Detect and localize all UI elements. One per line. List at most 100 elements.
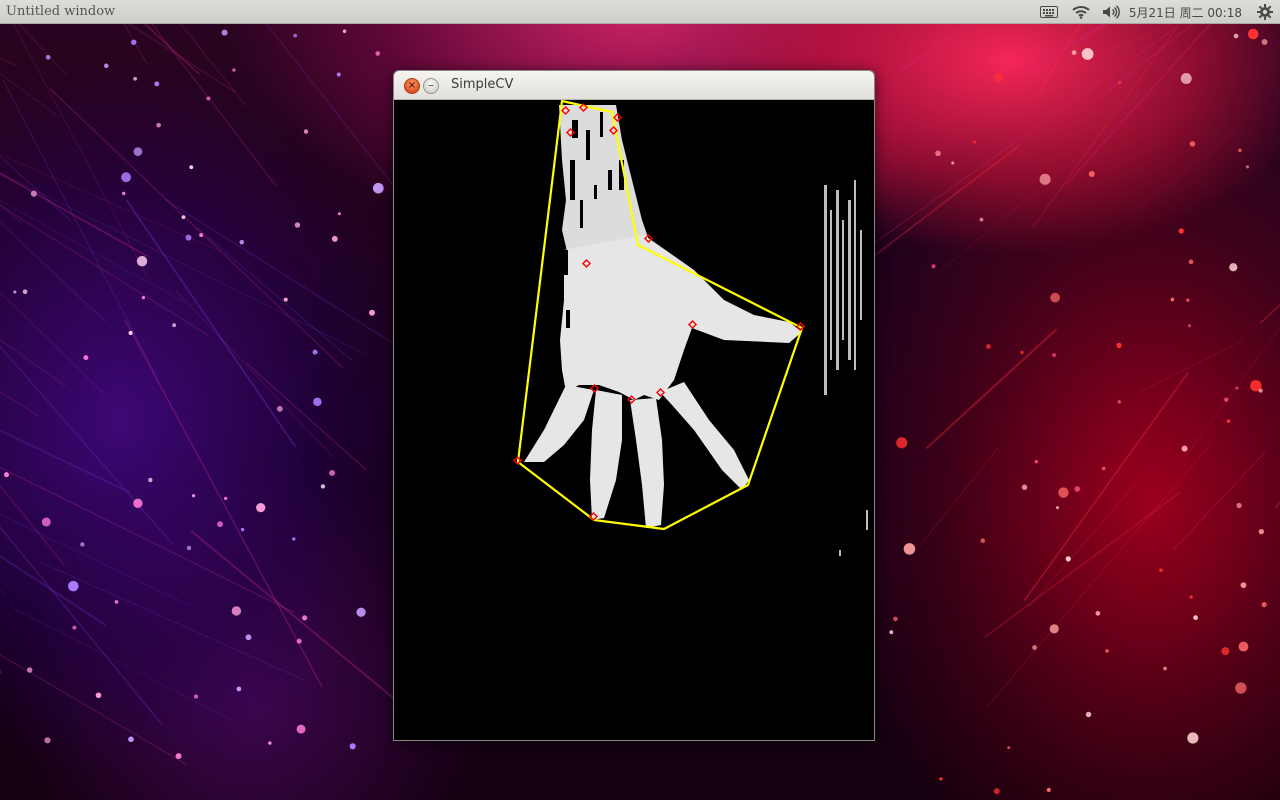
wallpaper-light — [283, 297, 288, 302]
wallpaper-light — [4, 472, 10, 478]
wallpaper-light — [136, 255, 148, 267]
wallpaper-streak — [0, 155, 71, 221]
volume-icon[interactable] — [1097, 0, 1125, 24]
close-button[interactable]: × — [404, 78, 420, 94]
wallpaper-streak — [0, 339, 67, 387]
wallpaper-light — [72, 625, 77, 630]
wallpaper-light — [1245, 165, 1250, 169]
wallpaper-light — [1170, 297, 1175, 302]
wallpaper-streak — [163, 198, 415, 358]
wallpaper-streak — [49, 87, 344, 369]
wallpaper-light — [939, 777, 943, 781]
wallpaper-light — [245, 634, 252, 641]
wallpaper-light — [1238, 641, 1249, 652]
wallpaper-streak — [0, 204, 209, 337]
wallpaper-light — [141, 295, 146, 300]
window-titlebar[interactable]: × – SimpleCV — [394, 71, 874, 100]
wallpaper-light — [1221, 647, 1230, 656]
top-panel: Untitled window 5月21日 周二 00:18 — [0, 0, 1280, 24]
wallpaper-light — [206, 96, 211, 101]
wallpaper-light — [1238, 148, 1242, 153]
wallpaper-streak — [919, 447, 999, 546]
wallpaper-light — [293, 33, 298, 38]
wallpaper-streak — [0, 554, 107, 626]
wallpaper-light — [181, 215, 186, 220]
wallpaper-light — [22, 289, 28, 295]
wallpaper-streak — [0, 654, 187, 765]
wallpaper-light — [1163, 666, 1167, 671]
wallpaper-light — [1020, 350, 1024, 355]
wallpaper-light — [1258, 388, 1263, 393]
wallpaper-light — [1085, 711, 1092, 718]
wallpaper-streak — [0, 172, 364, 354]
wallpaper-streak — [125, 199, 297, 448]
wallpaper-light — [1095, 611, 1101, 616]
wallpaper-light — [156, 122, 161, 128]
wallpaper-light — [935, 150, 941, 157]
wallpaper-light — [312, 349, 318, 355]
wallpaper-light — [186, 545, 192, 551]
wallpaper-streak — [1178, 326, 1280, 467]
wallpaper-light — [1226, 419, 1231, 423]
wallpaper-light — [356, 607, 366, 617]
wallpaper-streak — [190, 530, 407, 710]
wallpaper-light — [41, 517, 51, 527]
wallpaper-light — [276, 405, 283, 412]
clock[interactable]: 5月21日 周二 00:18 — [1125, 0, 1250, 24]
wallpaper-light — [133, 498, 143, 509]
wallpaper-streak — [39, 561, 307, 682]
wallpaper-streak — [869, 143, 1021, 260]
wallpaper-streak — [1275, 500, 1280, 509]
wallpaper-light — [303, 129, 309, 134]
wallpaper-light — [1007, 746, 1011, 750]
wallpaper-light — [342, 29, 347, 34]
wallpaper-light — [1102, 466, 1106, 471]
wallpaper-streak — [987, 442, 1212, 707]
wallpaper-light — [44, 737, 51, 744]
wallpaper-light — [223, 496, 228, 501]
wallpaper-light — [1224, 397, 1229, 402]
wallpaper-light — [979, 217, 984, 222]
gear-icon[interactable] — [1250, 0, 1280, 24]
wallpaper-light — [993, 788, 1000, 795]
image-canvas[interactable] — [394, 100, 874, 740]
wallpaper-streak — [0, 172, 149, 258]
wallpaper-light — [1258, 528, 1265, 535]
wallpaper-streak — [0, 668, 3, 674]
wallpaper-streak — [925, 328, 1058, 450]
wallpaper-light — [236, 686, 242, 692]
keyboard-icon[interactable] — [1033, 0, 1065, 24]
window-title: SimpleCV — [451, 77, 514, 92]
wallpaper-streak — [983, 491, 1181, 639]
wallpaper-light — [1159, 568, 1163, 573]
wallpaper-light — [80, 542, 85, 547]
wallpaper-light — [375, 51, 381, 56]
wallpaper-light — [221, 29, 228, 36]
wallpaper-light — [1071, 50, 1077, 55]
wallpaper-light — [1186, 298, 1190, 302]
wallpaper-light — [1236, 502, 1242, 509]
wallpaper-light — [369, 309, 375, 316]
wallpaper-light — [336, 72, 341, 77]
wallpaper-light — [95, 692, 102, 699]
wallpaper-light — [993, 72, 1003, 82]
wallpaper-streak — [1137, 338, 1246, 394]
wallpaper-light — [175, 753, 182, 760]
wallpaper-light — [331, 235, 338, 242]
wallpaper-light — [337, 212, 341, 216]
wallpaper-light — [1188, 259, 1194, 265]
wallpaper-light — [1193, 615, 1198, 620]
wallpaper-light — [128, 330, 133, 335]
wallpaper-light — [1187, 732, 1199, 744]
wallpaper-light — [1189, 141, 1196, 147]
minimize-button[interactable]: – — [423, 78, 439, 94]
wallpaper-light — [1235, 386, 1239, 390]
wallpaper-streak — [247, 0, 399, 193]
wallpaper-light — [172, 323, 177, 328]
wallpaper-light — [372, 182, 384, 194]
wallpaper-streak — [0, 221, 106, 323]
wifi-icon[interactable] — [1065, 0, 1097, 24]
wallpaper-light — [1065, 556, 1071, 562]
wallpaper-light — [296, 638, 302, 644]
wallpaper-light — [1050, 292, 1060, 303]
